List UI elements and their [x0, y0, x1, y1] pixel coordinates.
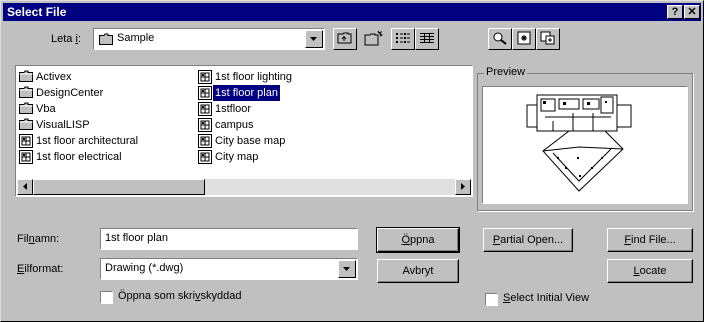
filetype-label: Eilformat:: [17, 263, 64, 275]
look-in-label: Leta i:: [51, 33, 81, 45]
open-button[interactable]: Öppna: [376, 227, 460, 253]
window-title: Select File: [7, 5, 67, 19]
filename-label: Filnamn:: [17, 233, 60, 245]
select-file-dialog: Select File ? ✕ Leta i: Sample Activex De…: [0, 0, 704, 322]
folder-icon: [19, 70, 33, 85]
help-button[interactable]: ?: [667, 5, 683, 19]
find-icon: [493, 32, 507, 45]
file-list-item[interactable]: VisualLISP: [19, 117, 195, 133]
readonly-label: Öppna som skrivskyddad: [118, 290, 242, 302]
up-folder-button[interactable]: [333, 28, 357, 50]
scroll-thumb[interactable]: [33, 179, 205, 195]
title-bar[interactable]: Select File ? ✕: [3, 3, 701, 21]
file-name: Activex: [36, 71, 72, 83]
arrow-left-icon: [23, 183, 27, 190]
filetype-value: Drawing (*.dwg): [105, 262, 184, 274]
file-name: 1st floor plan: [212, 85, 281, 101]
preview-icon: [517, 31, 531, 45]
dwg-file-icon: [19, 134, 33, 149]
file-list-item[interactable]: Vba: [19, 101, 195, 117]
new-folder-icon: [364, 30, 384, 46]
file-name: City map: [215, 151, 259, 163]
file-name: DesignCenter: [36, 87, 104, 99]
chevron-down-icon[interactable]: [305, 30, 323, 48]
file-list-item[interactable]: DesignCenter: [19, 85, 195, 101]
find-file-button[interactable]: Find File...: [607, 228, 693, 252]
floor-plan-thumbnail: [526, 94, 632, 192]
file-list-item[interactable]: City map: [198, 149, 374, 165]
file-list-item[interactable]: 1st floor lighting: [198, 69, 374, 85]
scroll-right-button[interactable]: [455, 179, 471, 195]
dwg-file-icon: [198, 102, 212, 117]
details-view-icon: [420, 33, 434, 43]
preview-group: Preview: [477, 66, 693, 211]
filetype-dropdown[interactable]: Drawing (*.dwg): [100, 258, 358, 280]
folder-icon: [99, 33, 113, 48]
up-folder-icon: [337, 32, 352, 44]
file-name: 1st floor architectural: [36, 135, 139, 147]
list-view-button[interactable]: [391, 28, 415, 50]
preview-label: Preview: [484, 66, 528, 78]
dwg-file-icon: [19, 150, 33, 165]
locate-button[interactable]: Locate: [607, 259, 693, 283]
open-icon: [540, 31, 555, 45]
preview-image: [482, 86, 688, 204]
readonly-checkbox[interactable]: [100, 291, 113, 304]
file-name: 1stfloor: [215, 103, 252, 115]
file-name: 1st floor electrical: [36, 151, 122, 163]
file-name: campus: [215, 119, 254, 131]
file-name: City base map: [215, 135, 286, 147]
filename-value: 1st floor plan: [105, 232, 168, 244]
look-in-value: Sample: [117, 32, 155, 44]
scroll-left-button[interactable]: [17, 179, 33, 195]
open-tools-button[interactable]: [536, 28, 560, 50]
file-list-item[interactable]: 1stfloor: [198, 101, 374, 117]
preview-button[interactable]: [512, 28, 536, 50]
look-in-dropdown[interactable]: Sample: [93, 28, 325, 50]
dwg-file-icon: [198, 150, 212, 165]
folder-icon: [19, 102, 33, 117]
file-name: 1st floor lighting: [215, 71, 293, 83]
file-list-item[interactable]: 1st floor architectural: [19, 133, 195, 149]
file-list-item[interactable]: 1st floor plan: [198, 85, 374, 101]
horizontal-scrollbar[interactable]: [17, 179, 471, 195]
arrow-right-icon: [461, 183, 465, 190]
list-view-icon: [396, 33, 410, 43]
partial-open-button[interactable]: Partial Open...: [483, 228, 573, 252]
file-list-item[interactable]: City base map: [198, 133, 374, 149]
filename-input[interactable]: 1st floor plan: [100, 228, 358, 250]
folder-icon: [19, 118, 33, 133]
file-name: Vba: [36, 103, 56, 115]
cancel-button[interactable]: Avbryt: [377, 259, 459, 283]
select-initial-view-label: Select Initial View: [503, 292, 590, 304]
file-list-item[interactable]: 1st floor electrical: [19, 149, 195, 165]
new-folder-button[interactable]: [363, 30, 384, 51]
find-button[interactable]: [488, 28, 512, 50]
close-button[interactable]: ✕: [684, 5, 700, 19]
file-list-item[interactable]: Activex: [19, 69, 195, 85]
dwg-file-icon: [198, 134, 212, 149]
details-view-button[interactable]: [415, 28, 439, 50]
file-list[interactable]: Activex DesignCenter Vba VisualLISP 1st floo…: [15, 65, 473, 197]
chevron-down-icon[interactable]: [338, 260, 356, 278]
folder-icon: [19, 86, 33, 101]
dwg-file-icon: [198, 86, 212, 101]
select-initial-view-checkbox[interactable]: [485, 293, 498, 306]
dwg-file-icon: [198, 70, 212, 85]
file-list-item[interactable]: campus: [198, 117, 374, 133]
file-name: VisualLISP: [36, 119, 90, 131]
dwg-file-icon: [198, 118, 212, 133]
